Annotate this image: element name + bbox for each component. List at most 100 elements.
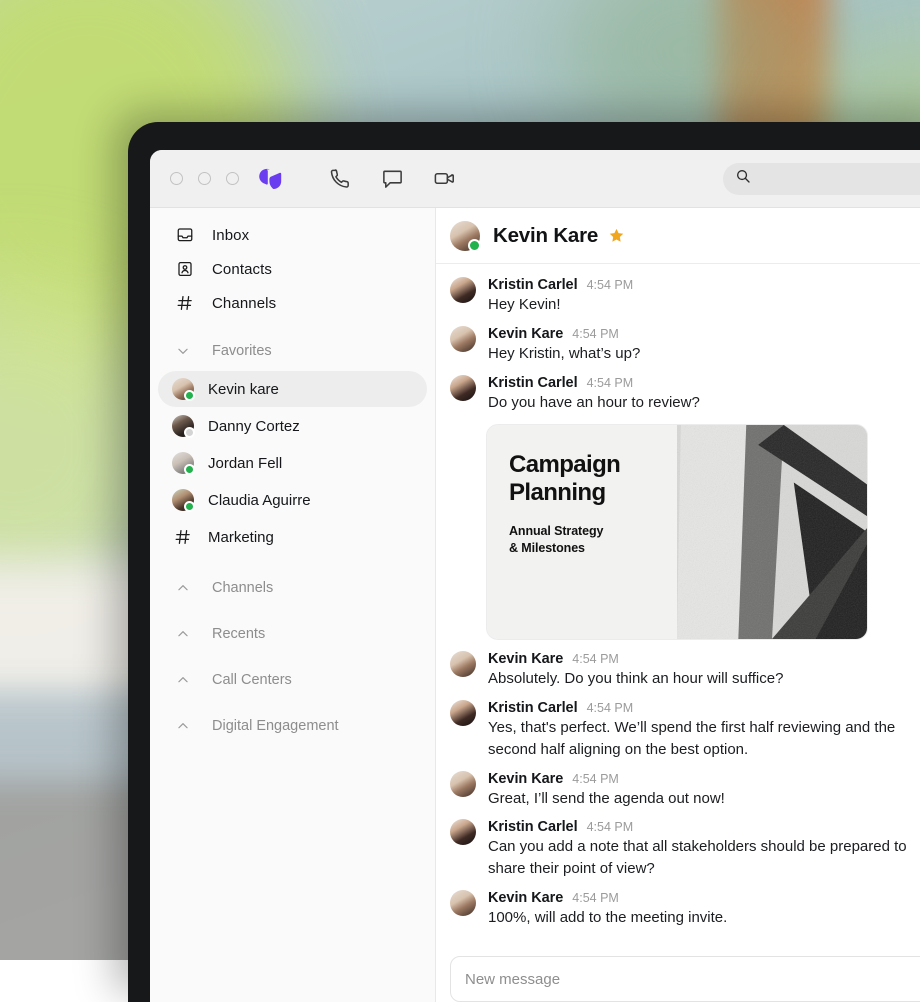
sidebar-favorite-marketing[interactable]: Marketing [158, 519, 427, 555]
sidebar-favorite-jordan-fell[interactable]: Jordan Fell [158, 445, 427, 481]
composer-box[interactable] [450, 956, 920, 1002]
sidebar-group-label: Digital Engagement [212, 718, 339, 734]
message-item: Kevin Kare 4:54 PM 100%, will add to the… [436, 885, 920, 934]
avatar [450, 890, 476, 916]
sidebar-group-channels[interactable]: Channels [160, 569, 425, 607]
chevron-down-icon [176, 344, 190, 358]
search-area [723, 163, 920, 195]
sidebar-item-label: Channels [212, 295, 276, 312]
sidebar-item-contacts[interactable]: Contacts [160, 252, 425, 286]
message-time: 4:54 PM [587, 701, 634, 715]
laptop-device-frame: Inbox Contacts Channel [128, 122, 920, 1002]
message-time: 4:54 PM [572, 652, 619, 666]
chevron-up-icon [176, 673, 190, 687]
message-sender: Kristin Carlel [488, 819, 578, 835]
sidebar-item-label: Contacts [212, 261, 272, 278]
message-time: 4:54 PM [587, 820, 634, 834]
chevron-up-icon [176, 719, 190, 733]
message-item: Kristin Carlel 4:54 PM Do you have an ho… [436, 370, 920, 419]
sidebar-group-favorites[interactable]: Favorites [160, 332, 425, 370]
maximize-button[interactable] [226, 172, 239, 185]
inbox-icon [176, 226, 194, 244]
avatar [172, 452, 194, 474]
app-window: Inbox Contacts Channel [150, 150, 920, 1002]
attachment-card[interactable]: Campaign Planning Annual Strategy & Mile… [486, 424, 868, 640]
attachment-card-text: Campaign Planning Annual Strategy & Mile… [487, 425, 677, 639]
attachment-title: Campaign Planning [509, 451, 677, 507]
chat-panel: Kevin Kare Kristin Carlel 4:54 PM [436, 208, 920, 1002]
contacts-icon [176, 260, 194, 278]
message-item: Kevin Kare 4:54 PM Absolutely. Do you th… [436, 646, 920, 695]
message-attachment: Campaign Planning Annual Strategy & Mile… [436, 418, 920, 646]
chat-icon[interactable] [381, 167, 404, 190]
message-item: Kristin Carlel 4:54 PM Hey Kevin! [436, 272, 920, 321]
star-icon[interactable] [608, 227, 625, 244]
message-sender: Kristin Carlel [488, 700, 578, 716]
avatar [450, 375, 476, 401]
avatar [172, 378, 194, 400]
avatar [450, 277, 476, 303]
app-body: Inbox Contacts Channel [150, 208, 920, 1002]
message-time: 4:54 PM [587, 376, 634, 390]
chevron-up-icon [176, 581, 190, 595]
avatar [450, 221, 480, 251]
message-sender: Kevin Kare [488, 651, 563, 667]
sidebar-favorite-claudia-aguirre[interactable]: Claudia Aguirre [158, 482, 427, 518]
message-item: Kevin Kare 4:54 PM Great, I’ll send the … [436, 766, 920, 815]
avatar [450, 819, 476, 845]
search-box[interactable] [723, 163, 920, 195]
page-title: Kevin Kare [493, 224, 598, 248]
message-time: 4:54 PM [572, 772, 619, 786]
sidebar-group-recents[interactable]: Recents [160, 615, 425, 653]
message-text: Yes, that's perfect. We’ll spend the fir… [488, 717, 920, 761]
message-time: 4:54 PM [572, 327, 619, 341]
search-input[interactable] [759, 171, 920, 186]
attachment-subtitle: Annual Strategy & Milestones [509, 523, 677, 557]
hash-icon [174, 528, 192, 546]
message-sender: Kevin Kare [488, 890, 563, 906]
close-button[interactable] [170, 172, 183, 185]
sidebar-item-channels[interactable]: Channels [160, 286, 425, 320]
sidebar-favorite-label: Marketing [208, 529, 274, 546]
sidebar: Inbox Contacts Channel [150, 208, 436, 1002]
message-text: Hey Kevin! [488, 294, 920, 316]
sidebar-group-digital-engagement[interactable]: Digital Engagement [160, 707, 425, 745]
titlebar-actions [329, 167, 456, 190]
phone-icon[interactable] [329, 167, 352, 190]
message-sender: Kevin Kare [488, 771, 563, 787]
message-time: 4:54 PM [587, 278, 634, 292]
message-text: 100%, will add to the meeting invite. [488, 907, 920, 929]
dialpad-logo[interactable] [258, 168, 285, 190]
status-dot-online [184, 390, 195, 401]
message-sender: Kristin Carlel [488, 375, 578, 391]
sidebar-item-inbox[interactable]: Inbox [160, 218, 425, 252]
message-composer [436, 948, 920, 1002]
avatar [450, 651, 476, 677]
sidebar-group-label: Channels [212, 580, 273, 596]
sidebar-favorite-label: Danny Cortez [208, 418, 300, 435]
message-item: Kristin Carlel 4:54 PM Can you add a not… [436, 814, 920, 885]
message-item: Kevin Kare 4:54 PM Hey Kristin, what’s u… [436, 321, 920, 370]
sidebar-group-label: Recents [212, 626, 265, 642]
message-text: Do you have an hour to review? [488, 392, 920, 414]
sidebar-favorite-label: Jordan Fell [208, 455, 282, 472]
message-text: Absolutely. Do you think an hour will su… [488, 668, 920, 690]
hash-icon [176, 294, 194, 312]
sidebar-group-call-centers[interactable]: Call Centers [160, 661, 425, 699]
sidebar-favorite-danny-cortez[interactable]: Danny Cortez [158, 408, 427, 444]
window-controls [170, 172, 239, 185]
sidebar-group-label: Favorites [212, 343, 272, 359]
avatar [450, 326, 476, 352]
message-sender: Kristin Carlel [488, 277, 578, 293]
new-message-input[interactable] [465, 971, 920, 988]
message-time: 4:54 PM [572, 891, 619, 905]
attachment-subtitle-line1: Annual Strategy [509, 523, 677, 540]
abstract-geometric-artwork [677, 425, 867, 639]
sidebar-item-label: Inbox [212, 227, 249, 244]
message-item: Kristin Carlel 4:54 PM Yes, that's perfe… [436, 695, 920, 766]
sidebar-favorite-label: Kevin kare [208, 381, 279, 398]
minimize-button[interactable] [198, 172, 211, 185]
sidebar-favorite-kevin-kare[interactable]: Kevin kare [158, 371, 427, 407]
video-icon[interactable] [433, 167, 456, 190]
avatar [172, 415, 194, 437]
